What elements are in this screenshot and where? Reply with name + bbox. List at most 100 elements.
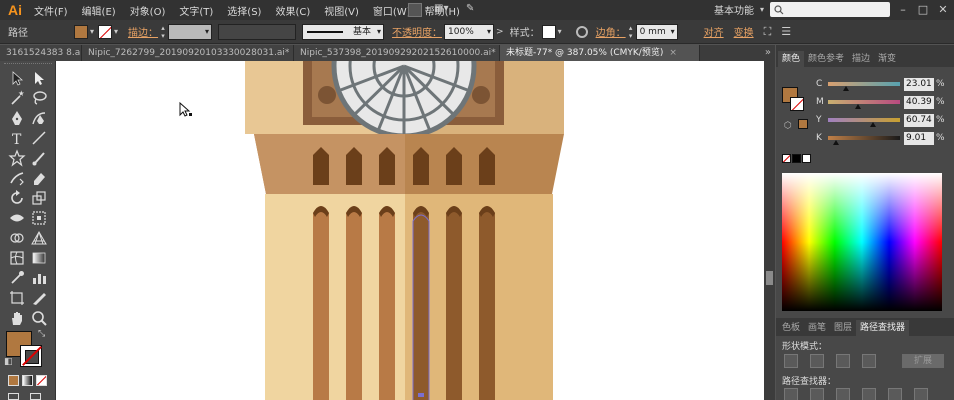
opacity-field[interactable]: 100% [444, 23, 495, 40]
menu-effect[interactable]: 效果(C) [275, 3, 310, 18]
menu-select[interactable]: 选择(S) [227, 3, 261, 18]
zoom-tool-icon[interactable] [30, 309, 48, 327]
rotate-tool-icon[interactable] [8, 189, 26, 207]
stroke-weight-stepper[interactable]: ▴ ▾ [158, 24, 168, 40]
shaper-tool-icon[interactable] [8, 169, 26, 187]
slider-knob[interactable] [833, 140, 839, 145]
divide-button[interactable] [784, 388, 798, 400]
color-mode-button[interactable] [8, 375, 19, 386]
tab-document-1[interactable]: 3161524383 8.ai* [0, 45, 82, 61]
shape-tool-icon[interactable] [8, 149, 26, 167]
black-value[interactable]: 9.01 [904, 131, 934, 145]
default-fill-stroke-icon[interactable]: ◧ [4, 357, 14, 367]
vertical-scrollbar[interactable] [764, 61, 775, 400]
scrollbar-thumb[interactable] [766, 271, 773, 285]
eyedropper-tool-icon[interactable] [8, 269, 26, 287]
white-swatch[interactable] [802, 154, 811, 163]
perspective-grid-tool-icon[interactable] [30, 229, 48, 247]
exclude-button[interactable] [862, 354, 876, 368]
tab-pathfinder[interactable]: 路径查找器 [856, 320, 910, 336]
chevron-down-icon[interactable]: ▾ [90, 27, 94, 36]
tab-stroke[interactable]: 描边 [848, 51, 874, 67]
corner-field[interactable]: 0 mm [635, 23, 678, 40]
tab-document-active[interactable]: 未标题-77* @ 387.05% (CMYK/预览) × [500, 45, 700, 61]
stroke-none-swatch[interactable] [98, 24, 113, 39]
gradient-tool-icon[interactable] [30, 249, 48, 267]
slider-knob[interactable] [870, 122, 876, 127]
lasso-tool-icon[interactable] [30, 89, 48, 107]
menu-window[interactable]: 窗口(W) [373, 3, 411, 18]
tab-document-3[interactable]: Nipic_537398_20190929202152610000.ai* [294, 45, 500, 61]
graphic-style-swatch[interactable] [541, 24, 556, 39]
none-mode-button[interactable] [36, 375, 47, 386]
magenta-slider[interactable] [828, 100, 900, 109]
web-safe-swatch[interactable] [798, 119, 808, 129]
tab-swatches[interactable]: 色板 [778, 320, 804, 336]
more-tabs-icon[interactable]: » [765, 45, 771, 61]
menu-file[interactable]: 文件(F) [34, 3, 68, 18]
tab-color[interactable]: 颜色 [778, 51, 805, 67]
fill-swatch[interactable] [74, 24, 88, 39]
close-icon[interactable]: ✕ [936, 3, 950, 17]
swap-fill-stroke-icon[interactable]: ⤡ [38, 329, 48, 339]
align-label[interactable]: 对齐 [704, 24, 724, 39]
slider-knob[interactable] [843, 86, 849, 91]
magenta-value[interactable]: 40.39 [904, 95, 934, 109]
tab-gradient[interactable]: 渐变 [874, 51, 900, 67]
menu-view[interactable]: 视图(V) [324, 3, 359, 18]
slice-tool-icon[interactable] [30, 289, 48, 307]
chevron-right-icon[interactable]: > [496, 27, 504, 37]
tab-brushes[interactable]: 画笔 [804, 320, 830, 336]
mesh-tool-icon[interactable] [8, 249, 26, 267]
cyan-slider[interactable] [828, 82, 900, 91]
graph-tool-icon[interactable] [30, 269, 48, 287]
intersect-button[interactable] [836, 354, 850, 368]
scale-tool-icon[interactable] [30, 189, 48, 207]
black-swatch[interactable] [792, 154, 801, 163]
menu-edit[interactable]: 编辑(E) [82, 3, 116, 18]
magic-wand-tool-icon[interactable] [8, 89, 26, 107]
chevron-down-icon[interactable]: ▾ [558, 27, 562, 36]
merge-button[interactable] [836, 388, 850, 400]
search-input[interactable] [770, 2, 890, 17]
out-of-gamut-icon[interactable]: ⬡ [784, 121, 792, 131]
workspace-switcher[interactable]: 基本功能 [714, 2, 754, 17]
minus-back-button[interactable] [914, 388, 928, 400]
opacity-label[interactable]: 不透明度： [392, 24, 442, 39]
pen-tool-icon[interactable] [8, 109, 26, 127]
minus-front-button[interactable] [810, 354, 824, 368]
paintbrush-tool-icon[interactable] [30, 149, 48, 167]
stroke-weight-field[interactable] [168, 23, 213, 40]
minimize-icon[interactable]: – [896, 3, 910, 17]
cyan-value[interactable]: 23.01 [904, 77, 934, 91]
arrange-documents-icon[interactable]: ▦▾ [434, 3, 450, 17]
bridge-icon[interactable] [408, 3, 422, 17]
tab-document-2[interactable]: Nipic_7262799_20190920103330028031.ai* [82, 45, 294, 61]
tab-layers[interactable]: 图层 [830, 320, 856, 336]
crop-button[interactable] [862, 388, 876, 400]
tab-color-guide[interactable]: 颜色参考 [804, 51, 848, 67]
corner-stepper[interactable]: ▴ ▾ [626, 24, 636, 40]
shape-builder-tool-icon[interactable] [8, 229, 26, 247]
chevron-down-icon[interactable]: ▾ [760, 5, 764, 14]
corner-label[interactable]: 边角： [596, 24, 626, 39]
panel-grip[interactable] [4, 63, 52, 67]
screen-mode-icon[interactable] [30, 393, 41, 400]
black-slider[interactable] [828, 136, 900, 145]
menu-type[interactable]: 文字(T) [179, 3, 213, 18]
line-tool-icon[interactable] [30, 129, 48, 147]
gradient-mode-button[interactable] [22, 375, 33, 386]
draw-mode-icon[interactable] [8, 393, 19, 400]
free-transform-tool-icon[interactable] [30, 209, 48, 227]
isolate-icon[interactable]: ⛶ [764, 25, 772, 39]
brush-definition-dropdown[interactable]: 基本 [302, 23, 385, 40]
variable-width-profile[interactable] [218, 23, 297, 40]
trim-button[interactable] [810, 388, 824, 400]
panel-stroke-swatch[interactable] [790, 97, 804, 111]
selection-tool-icon[interactable] [8, 69, 26, 87]
gpu-icon[interactable]: ✎ [466, 3, 480, 17]
maximize-icon[interactable]: □ [916, 3, 930, 17]
hand-tool-icon[interactable] [8, 309, 26, 327]
recolor-icon[interactable] [575, 25, 588, 38]
direct-selection-tool-icon[interactable] [30, 69, 48, 87]
